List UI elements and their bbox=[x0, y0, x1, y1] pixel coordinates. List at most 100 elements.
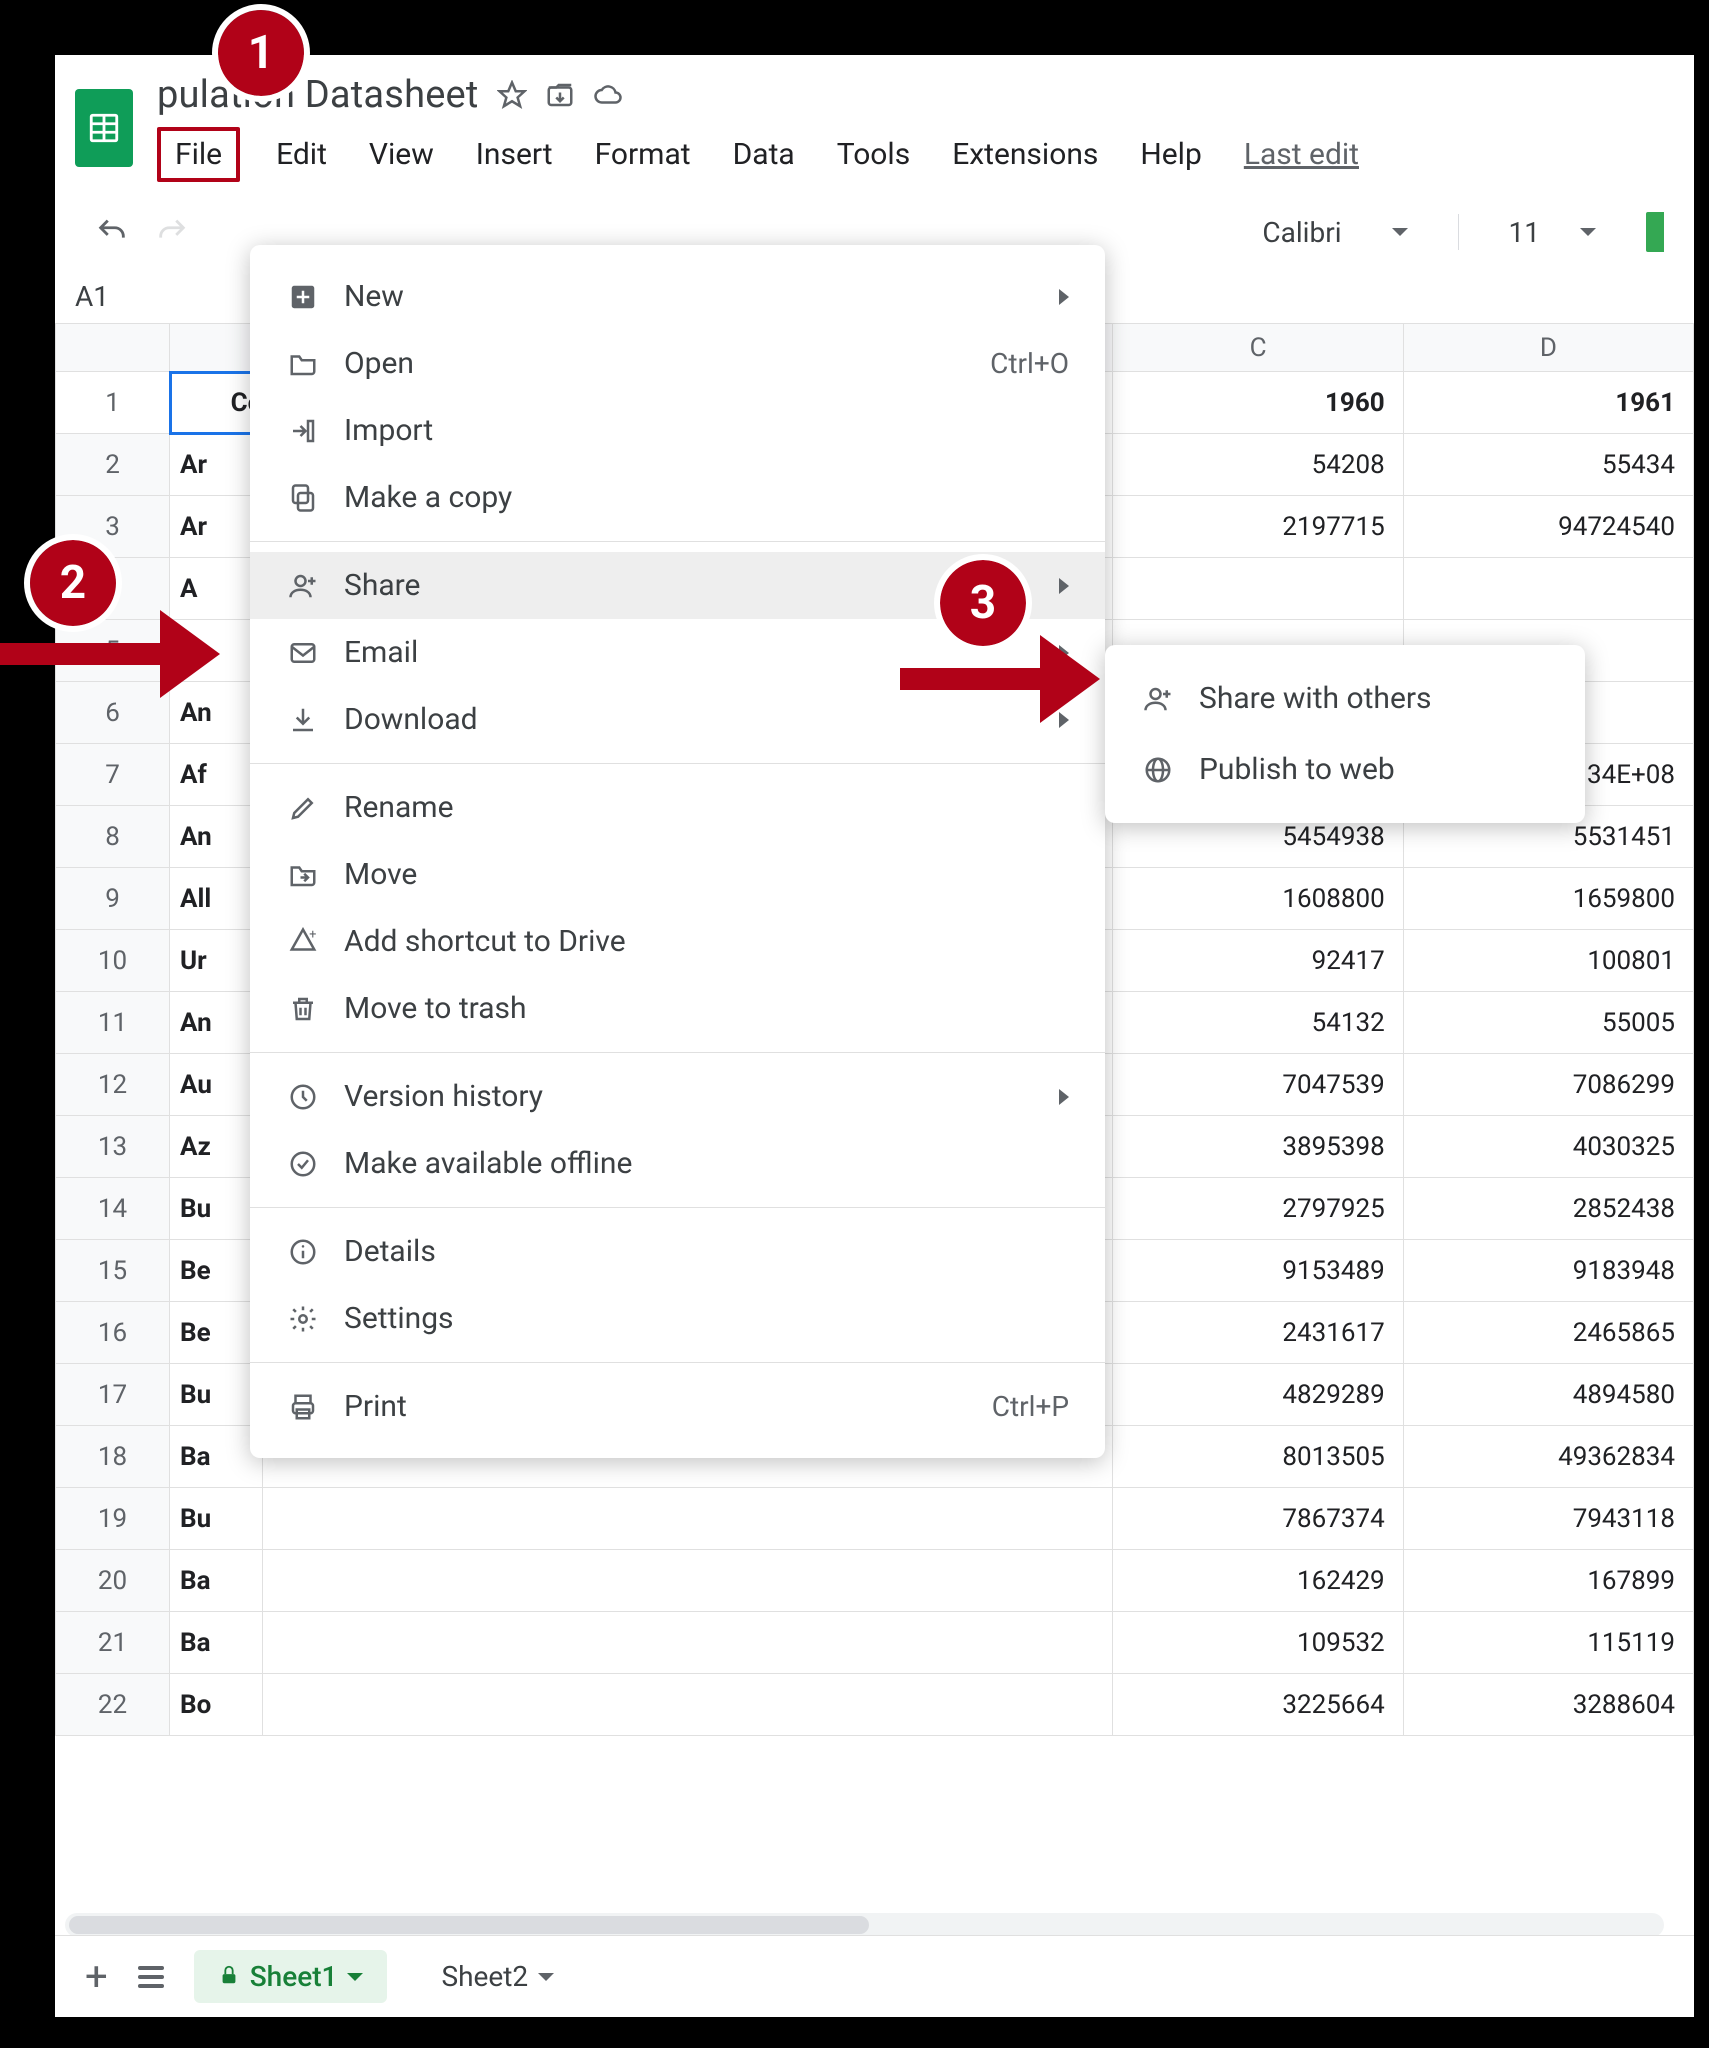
menu-item-trash[interactable]: Move to trash bbox=[250, 975, 1105, 1042]
cell[interactable]: Az bbox=[170, 1116, 263, 1178]
cell[interactable]: Ba bbox=[170, 1550, 263, 1612]
menu-insert[interactable]: Insert bbox=[470, 133, 559, 176]
cell[interactable]: Au bbox=[170, 1054, 263, 1116]
cell[interactable]: 9153489 bbox=[1113, 1240, 1403, 1302]
cell[interactable]: 2431617 bbox=[1113, 1302, 1403, 1364]
cell[interactable]: 55005 bbox=[1403, 992, 1693, 1054]
last-edit-link[interactable]: Last edit bbox=[1238, 133, 1365, 176]
cell[interactable]: 3288604 bbox=[1403, 1674, 1693, 1736]
menu-item-offline[interactable]: Make available offline bbox=[250, 1130, 1105, 1197]
cell[interactable]: 7943118 bbox=[1403, 1488, 1693, 1550]
name-box[interactable]: A1 bbox=[65, 274, 205, 319]
cell[interactable]: 9183948 bbox=[1403, 1240, 1693, 1302]
row-header[interactable]: 7 bbox=[56, 744, 170, 806]
row-header[interactable]: 21 bbox=[56, 1612, 170, 1674]
menu-item-print[interactable]: Print Ctrl+P bbox=[250, 1373, 1105, 1440]
cell[interactable]: 8013505 bbox=[1113, 1426, 1403, 1488]
doc-title[interactable]: pulation Datasheet bbox=[157, 73, 479, 117]
menu-item-move[interactable]: Move bbox=[250, 841, 1105, 908]
cell[interactable]: 94724540 bbox=[1403, 496, 1693, 558]
cell[interactable]: 1961 bbox=[1403, 372, 1693, 434]
menu-tools[interactable]: Tools bbox=[831, 133, 916, 176]
chevron-down-icon[interactable] bbox=[538, 1973, 554, 1981]
cell[interactable]: 92417 bbox=[1113, 930, 1403, 992]
add-sheet-button[interactable]: + bbox=[85, 1953, 108, 2000]
row-header[interactable]: 13 bbox=[56, 1116, 170, 1178]
cell[interactable]: 4829289 bbox=[1113, 1364, 1403, 1426]
cell[interactable]: 4894580 bbox=[1403, 1364, 1693, 1426]
cell[interactable]: An bbox=[170, 806, 263, 868]
cell[interactable] bbox=[263, 1550, 1113, 1612]
cell[interactable]: Bu bbox=[170, 1178, 263, 1240]
cell[interactable]: 7086299 bbox=[1403, 1054, 1693, 1116]
cell[interactable]: 3895398 bbox=[1113, 1116, 1403, 1178]
col-header-C[interactable]: C bbox=[1113, 324, 1403, 372]
row-header[interactable]: 19 bbox=[56, 1488, 170, 1550]
menu-item-settings[interactable]: Settings bbox=[250, 1285, 1105, 1352]
cell[interactable]: 55434 bbox=[1403, 434, 1693, 496]
cell[interactable]: 7867374 bbox=[1113, 1488, 1403, 1550]
cell[interactable]: Bu bbox=[170, 1488, 263, 1550]
cell[interactable]: 1608800 bbox=[1113, 868, 1403, 930]
row-header[interactable]: 16 bbox=[56, 1302, 170, 1364]
cell[interactable]: 54208 bbox=[1113, 434, 1403, 496]
cell[interactable]: Ba bbox=[170, 1612, 263, 1674]
cell[interactable]: Af bbox=[170, 744, 263, 806]
menu-edit[interactable]: Edit bbox=[270, 133, 333, 176]
row-header[interactable]: 18 bbox=[56, 1426, 170, 1488]
cell[interactable]: Ur bbox=[170, 930, 263, 992]
cell[interactable]: 7047539 bbox=[1113, 1054, 1403, 1116]
menu-item-new[interactable]: New bbox=[250, 263, 1105, 330]
cell[interactable]: Ar bbox=[170, 496, 263, 558]
cell[interactable]: Bu bbox=[170, 1364, 263, 1426]
cell[interactable]: 2465865 bbox=[1403, 1302, 1693, 1364]
move-to-drive-icon[interactable] bbox=[545, 80, 575, 110]
submenu-item-publish-web[interactable]: Publish to web bbox=[1105, 734, 1585, 805]
menu-extensions[interactable]: Extensions bbox=[946, 133, 1104, 176]
cell[interactable]: 2797925 bbox=[1113, 1178, 1403, 1240]
cell[interactable]: 1960 bbox=[1113, 372, 1403, 434]
cell[interactable]: Ar bbox=[170, 434, 263, 496]
sheets-logo-icon[interactable] bbox=[75, 89, 133, 167]
menu-item-version-history[interactable]: Version history bbox=[250, 1063, 1105, 1130]
sheet-tab-sheet2[interactable]: Sheet2 bbox=[417, 1950, 578, 2003]
row-header[interactable]: 2 bbox=[56, 434, 170, 496]
row-header[interactable]: 1 bbox=[56, 372, 170, 434]
menu-item-add-shortcut[interactable]: + Add shortcut to Drive bbox=[250, 908, 1105, 975]
cell[interactable] bbox=[1113, 558, 1403, 620]
cell[interactable]: All bbox=[170, 868, 263, 930]
cell[interactable]: 2197715 bbox=[1113, 496, 1403, 558]
cell[interactable]: 54132 bbox=[1113, 992, 1403, 1054]
undo-icon[interactable] bbox=[95, 215, 129, 249]
menu-format[interactable]: Format bbox=[589, 133, 697, 176]
cell[interactable]: 1659800 bbox=[1403, 868, 1693, 930]
fill-color-accent[interactable] bbox=[1646, 212, 1664, 252]
cell[interactable]: Be bbox=[170, 1240, 263, 1302]
menu-file[interactable]: File bbox=[157, 127, 240, 182]
all-sheets-icon[interactable] bbox=[138, 1966, 164, 1988]
cell[interactable]: An bbox=[170, 992, 263, 1054]
horizontal-scrollbar[interactable] bbox=[65, 1913, 1664, 1937]
cell[interactable] bbox=[263, 1674, 1113, 1736]
chevron-down-icon[interactable] bbox=[1580, 228, 1596, 236]
menu-item-details[interactable]: Details bbox=[250, 1218, 1105, 1285]
cell[interactable]: Ba bbox=[170, 1426, 263, 1488]
cloud-status-icon[interactable] bbox=[593, 80, 623, 110]
cell[interactable] bbox=[263, 1488, 1113, 1550]
chevron-down-icon[interactable] bbox=[1392, 228, 1408, 236]
cell[interactable] bbox=[1403, 558, 1693, 620]
cell[interactable]: 2852438 bbox=[1403, 1178, 1693, 1240]
cell[interactable]: Be bbox=[170, 1302, 263, 1364]
col-header-D[interactable]: D bbox=[1403, 324, 1693, 372]
cell[interactable]: 49362834 bbox=[1403, 1426, 1693, 1488]
select-all-cell[interactable] bbox=[56, 324, 170, 372]
row-header[interactable]: 11 bbox=[56, 992, 170, 1054]
star-icon[interactable] bbox=[497, 80, 527, 110]
row-header[interactable]: 14 bbox=[56, 1178, 170, 1240]
row-header[interactable]: 10 bbox=[56, 930, 170, 992]
cell[interactable]: Co bbox=[170, 372, 263, 434]
menu-item-make-copy[interactable]: Make a copy bbox=[250, 464, 1105, 531]
redo-icon[interactable] bbox=[155, 215, 189, 249]
sheet-tab-sheet1[interactable]: Sheet1 bbox=[194, 1950, 388, 2003]
menu-help[interactable]: Help bbox=[1134, 133, 1207, 176]
